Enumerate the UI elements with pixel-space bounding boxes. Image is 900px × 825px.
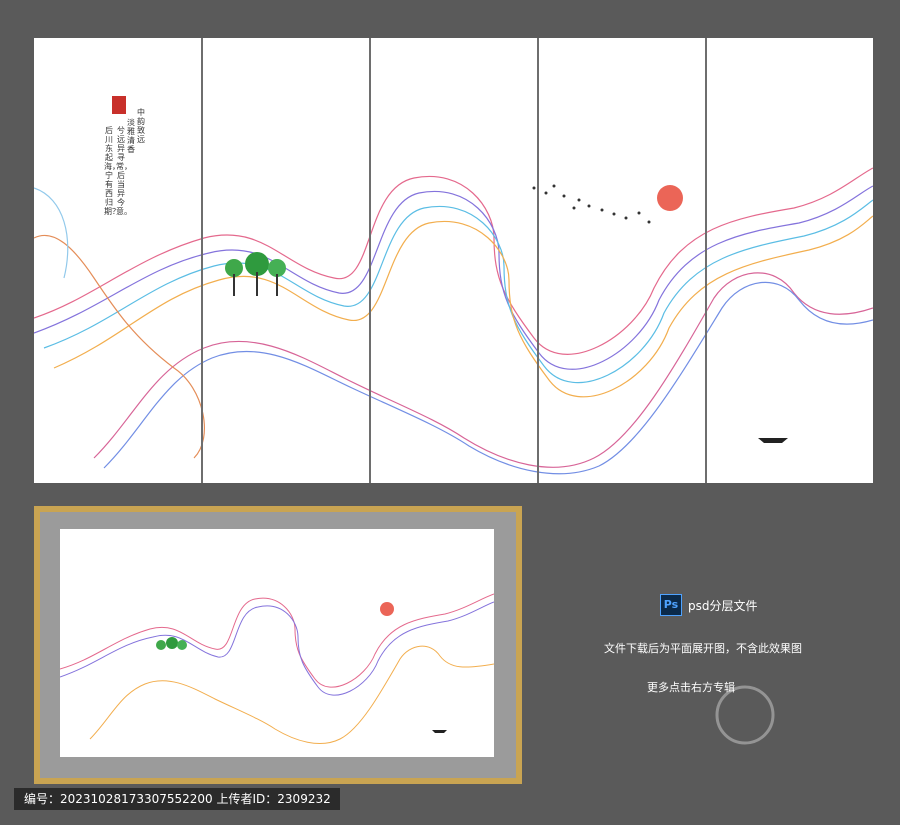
mural-panel-set: 中韵致远 淡雅清香 兮远异寻常，后当异今意。 后川东起海，宁有西归期？: [34, 38, 873, 483]
poem-column-4: 后川东起海，宁有西归期？: [104, 126, 120, 216]
sun: [657, 185, 683, 211]
psd-layered-file-label: psd分层文件: [688, 599, 758, 613]
panel-seam: [537, 38, 539, 483]
watermark-logo-icon: [700, 680, 790, 750]
panel-seam: [201, 38, 203, 483]
poem-column-2: 淡雅清香: [127, 118, 135, 154]
photoshop-icon: Ps: [660, 594, 682, 616]
panel-seam: [705, 38, 707, 483]
mural-artwork: [34, 167, 873, 475]
poem-column-3: 兮远异寻常，后当异今意。: [116, 126, 132, 216]
framed-artwork: [60, 529, 494, 757]
red-seal-stamp: [112, 96, 126, 114]
id-bar: 编号：20231028173307552200 上传者ID：2309232: [14, 788, 340, 810]
download-note: 文件下载后为平面展开图，不含此效果图: [604, 642, 802, 655]
panel-seam: [369, 38, 371, 483]
poem-column-1: 中韵致远: [137, 108, 145, 144]
tree-cluster: [225, 252, 286, 296]
framed-artwork-lines: [60, 593, 494, 745]
